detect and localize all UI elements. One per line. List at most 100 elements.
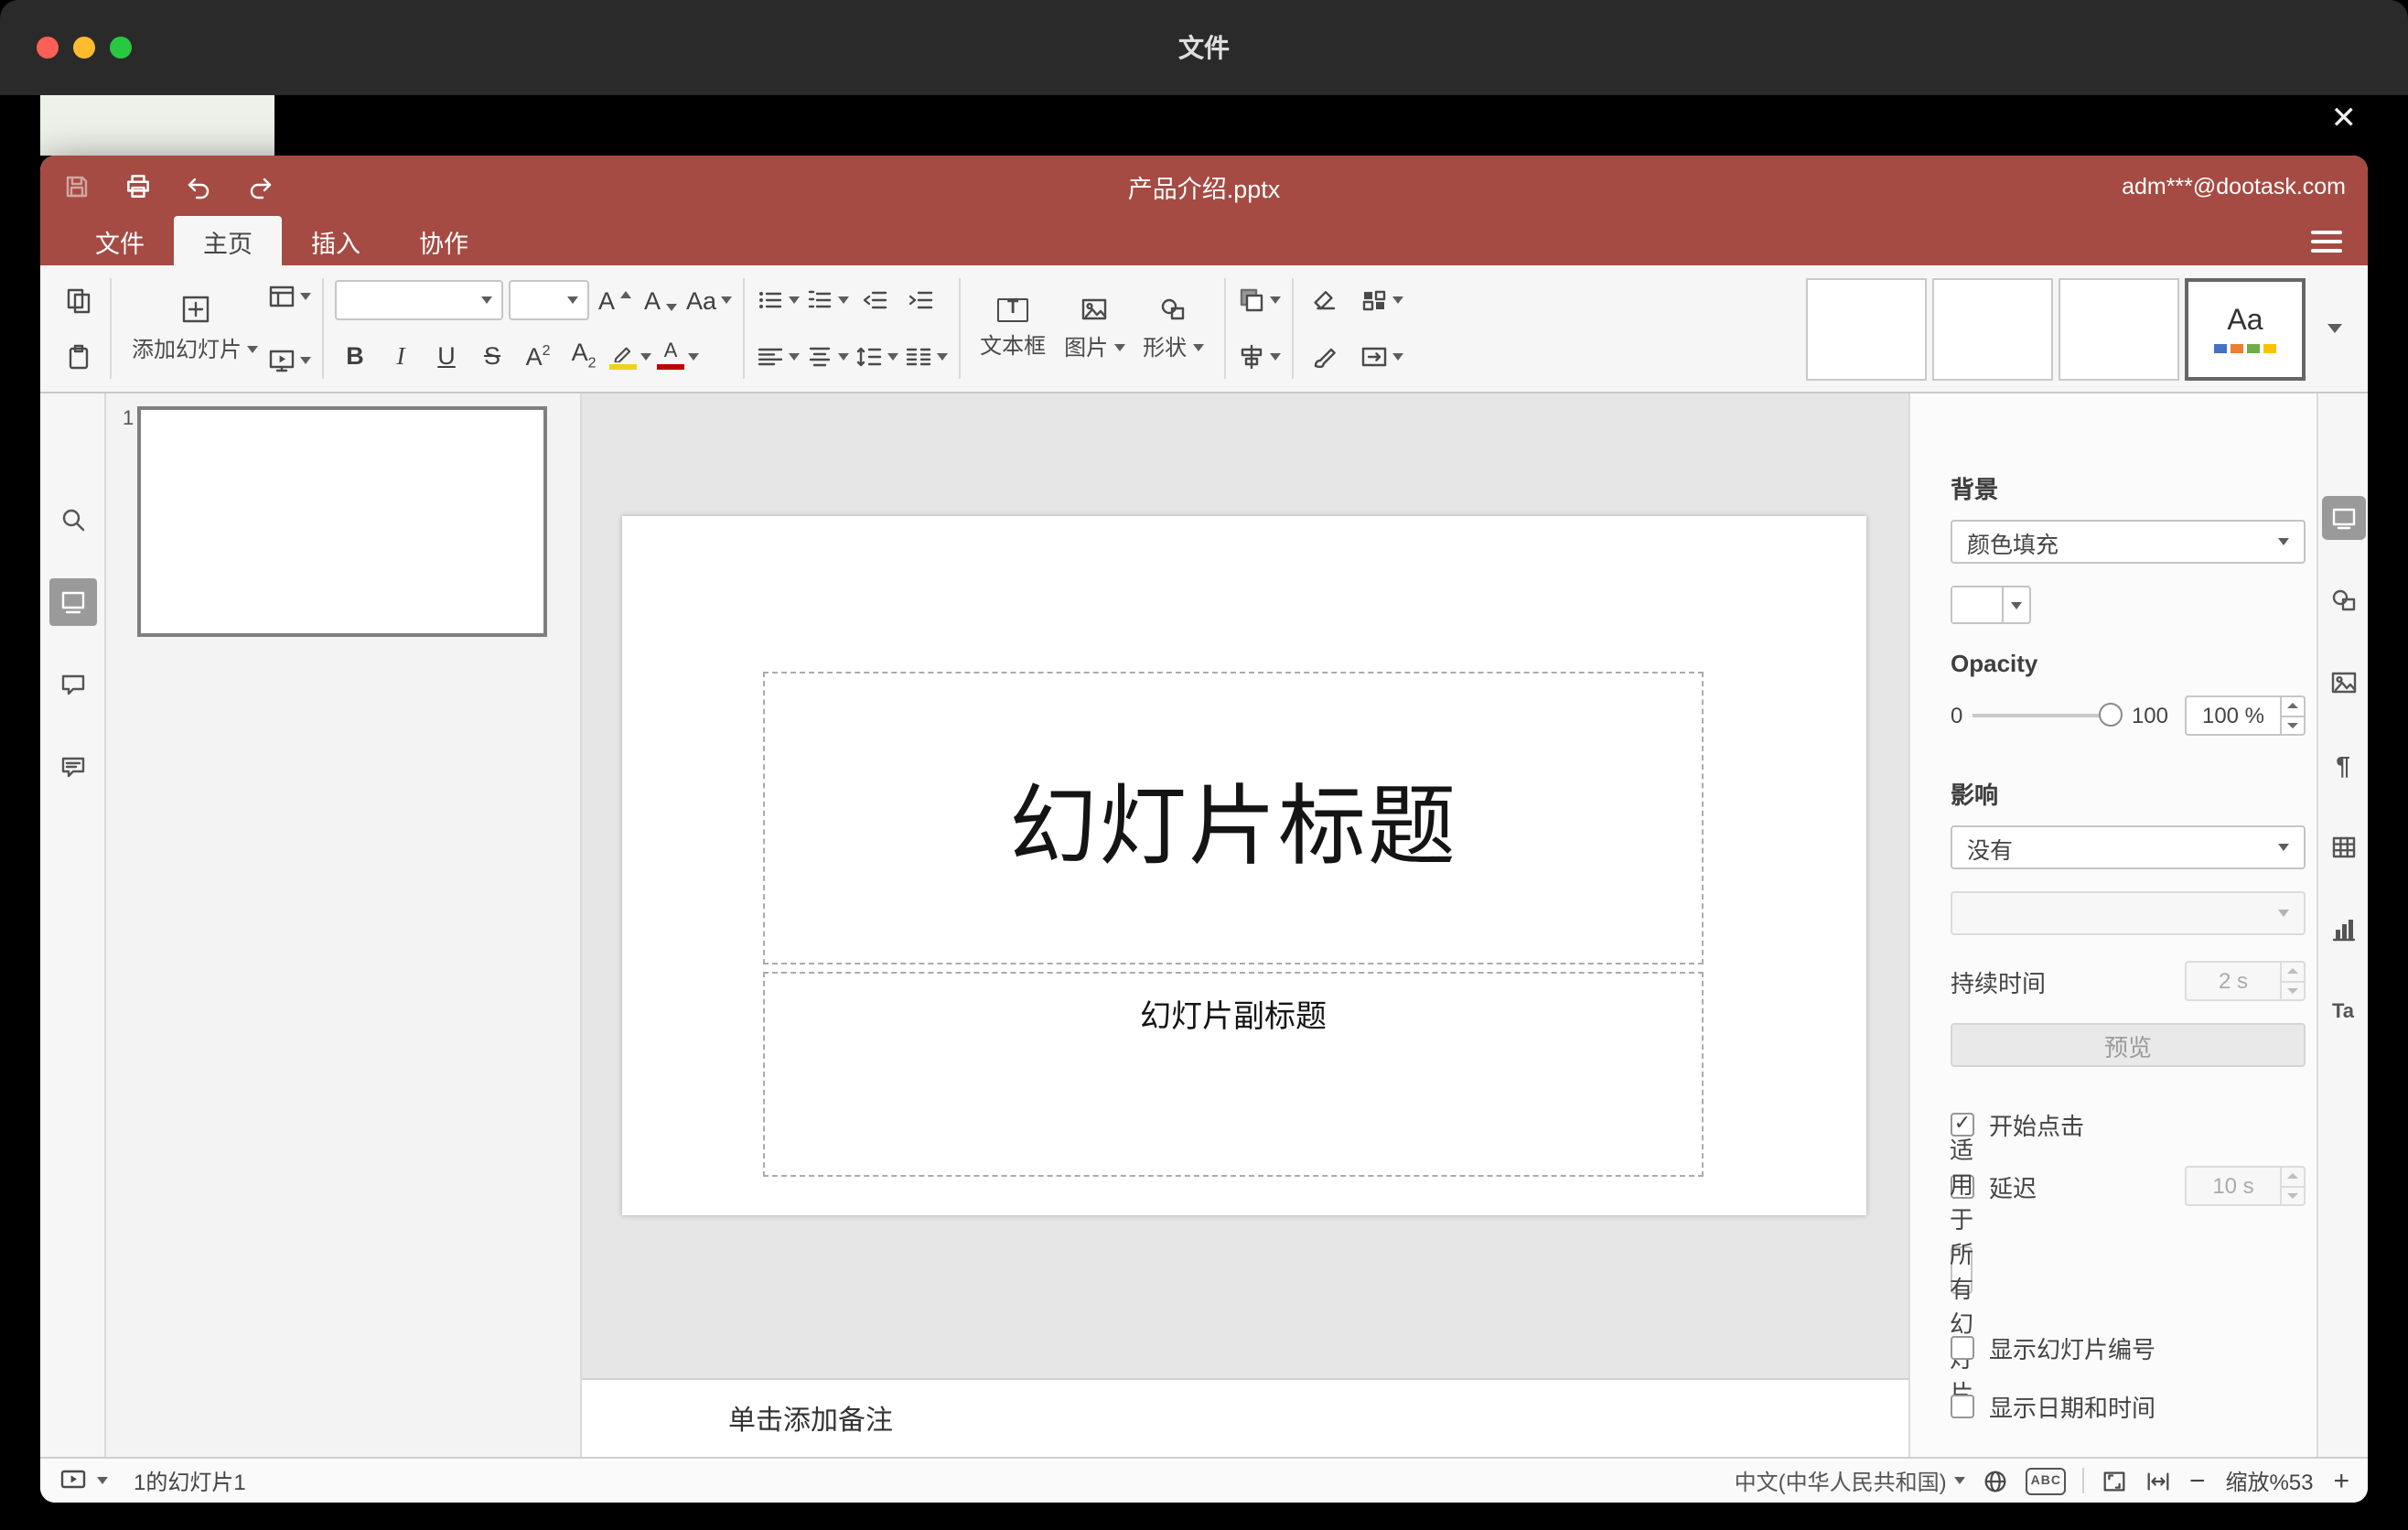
table-settings-icon[interactable]	[2321, 825, 2365, 869]
theme-option[interactable]	[1806, 277, 1927, 380]
opacity-spinner[interactable]: 100 %	[2185, 695, 2306, 736]
notes-area[interactable]: 单击添加备注	[582, 1378, 1908, 1457]
italic-button[interactable]: I	[381, 333, 421, 381]
start-slideshow-button[interactable]	[267, 337, 312, 384]
clear-style-button[interactable]	[1304, 277, 1344, 325]
theme-option-selected[interactable]: Aa	[2185, 277, 2306, 380]
insert-textbox-button[interactable]: T 文本框	[971, 273, 1055, 384]
tab-insert[interactable]: 插入	[282, 216, 390, 265]
chevron-down-icon	[2011, 601, 2022, 609]
decrease-indent-button[interactable]	[854, 277, 894, 325]
spinner-down[interactable]	[2282, 715, 2304, 734]
search-icon[interactable]	[48, 496, 96, 544]
fit-slide-icon[interactable]	[2102, 1467, 2129, 1494]
image-settings-icon[interactable]	[2321, 661, 2365, 705]
apply-to-all-slides-button[interactable]: 适用于所有幻灯片	[1950, 1137, 1973, 1407]
increase-font-size-button[interactable]: A	[595, 277, 635, 325]
opacity-label: Opacity	[1951, 650, 2038, 677]
document-language-icon[interactable]	[1982, 1467, 2009, 1494]
opacity-slider[interactable]	[1972, 703, 2123, 728]
bold-button[interactable]: B	[335, 333, 375, 381]
feedback-icon[interactable]	[48, 743, 96, 791]
show-date-checkbox[interactable]	[1951, 1395, 1974, 1418]
spinner-up[interactable]	[2282, 697, 2304, 715]
bullet-list-button[interactable]	[755, 277, 800, 325]
font-color-button[interactable]: A	[657, 333, 700, 381]
tab-home[interactable]: 主页	[174, 216, 282, 265]
toolbar-expand-button[interactable]	[2313, 271, 2357, 386]
insert-image-button[interactable]: 图片	[1055, 273, 1134, 384]
chevron-down-icon[interactable]	[97, 1477, 108, 1484]
paste-button[interactable]	[59, 333, 99, 381]
slide-size-button[interactable]	[1359, 333, 1403, 381]
font-name-combo[interactable]	[335, 280, 504, 321]
theme-option[interactable]	[2059, 277, 2179, 380]
insert-shape-button[interactable]: 形状	[1134, 273, 1212, 384]
minimize-window-button[interactable]	[73, 37, 95, 59]
slides-panel-icon[interactable]	[48, 578, 96, 626]
color-scheme-button[interactable]	[1359, 277, 1403, 325]
status-bar: 1的幻灯片1 中文(中华人民共和国) ABC − 缩放%53 +	[40, 1457, 2368, 1503]
print-icon[interactable]	[123, 170, 154, 201]
image-icon	[1081, 298, 1107, 320]
increase-indent-button[interactable]	[899, 277, 940, 325]
spellcheck-icon[interactable]: ABC	[2025, 1467, 2067, 1494]
close-icon[interactable]: ✕	[2331, 102, 2358, 134]
subtitle-placeholder[interactable]: 幻灯片副标题	[763, 972, 1704, 1177]
change-case-button[interactable]: Aa	[686, 277, 732, 325]
language-selector[interactable]: 中文(中华人民共和国)	[1735, 1465, 1965, 1496]
vertical-align-button[interactable]	[804, 333, 849, 381]
zoom-out-button[interactable]: −	[2189, 1467, 2206, 1494]
horizontal-align-button[interactable]	[755, 333, 800, 381]
line-spacing-button[interactable]	[854, 333, 898, 381]
highlight-color-button[interactable]	[609, 333, 652, 381]
tab-file[interactable]: 文件	[66, 216, 174, 265]
strikethrough-button[interactable]: S	[472, 333, 512, 381]
background-color-picker[interactable]	[1951, 586, 2031, 624]
align-shapes-button[interactable]	[1236, 333, 1281, 381]
chart-settings-icon[interactable]	[2321, 908, 2365, 952]
chevron-down-icon	[2278, 538, 2289, 545]
slide-canvas[interactable]: 幻灯片标题 幻灯片副标题	[622, 516, 1866, 1215]
close-window-button[interactable]	[37, 37, 59, 59]
chevron-down-icon	[300, 357, 312, 364]
background-window-fragment	[40, 95, 274, 156]
decrease-font-size-button[interactable]: A	[640, 277, 681, 325]
theme-option[interactable]	[1932, 277, 2053, 380]
zoom-window-button[interactable]	[110, 37, 132, 59]
save-icon[interactable]	[62, 171, 91, 200]
style-tools-group	[1296, 271, 1351, 386]
slider-knob[interactable]	[2098, 703, 2123, 727]
change-layout-button[interactable]	[267, 273, 312, 320]
redo-icon[interactable]	[245, 171, 274, 200]
slide-editing-area[interactable]: 幻灯片标题 幻灯片副标题	[582, 393, 1908, 1378]
start-slideshow-icon[interactable]	[59, 1466, 88, 1495]
add-slide-button[interactable]: 添加幻灯片	[123, 273, 267, 384]
columns-button[interactable]	[903, 333, 948, 381]
zoom-in-button[interactable]: +	[2333, 1467, 2349, 1494]
menu-icon[interactable]	[2311, 231, 2342, 253]
copy-button[interactable]	[59, 277, 99, 325]
tab-collaboration[interactable]: 协作	[390, 216, 498, 265]
underline-button[interactable]: U	[426, 333, 467, 381]
subscript-button[interactable]: A2	[564, 333, 604, 381]
fit-width-icon[interactable]	[2145, 1467, 2173, 1494]
title-placeholder[interactable]: 幻灯片标题	[763, 672, 1704, 964]
background-fill-select[interactable]: 颜色填充	[1951, 520, 2306, 564]
slide-thumbnail[interactable]	[137, 406, 547, 637]
superscript-button[interactable]: A2	[518, 333, 558, 381]
effect-select[interactable]: 没有	[1951, 825, 2306, 869]
right-icon-strip: ¶ Ta	[2317, 393, 2368, 1457]
arrange-shapes-button[interactable]	[1236, 277, 1281, 325]
shape-settings-icon[interactable]	[2321, 578, 2365, 622]
numbered-list-button[interactable]	[804, 277, 849, 325]
show-slide-number-checkbox[interactable]	[1951, 1336, 1974, 1360]
font-size-combo[interactable]	[509, 280, 590, 321]
textart-settings-icon[interactable]: Ta	[2321, 990, 2365, 1034]
opacity-max: 100	[2131, 703, 2168, 728]
comments-icon[interactable]	[48, 661, 96, 708]
slide-settings-icon[interactable]	[2321, 496, 2365, 540]
undo-icon[interactable]	[185, 171, 214, 200]
paragraph-settings-icon[interactable]: ¶	[2321, 743, 2365, 787]
copy-style-button[interactable]	[1304, 333, 1344, 381]
